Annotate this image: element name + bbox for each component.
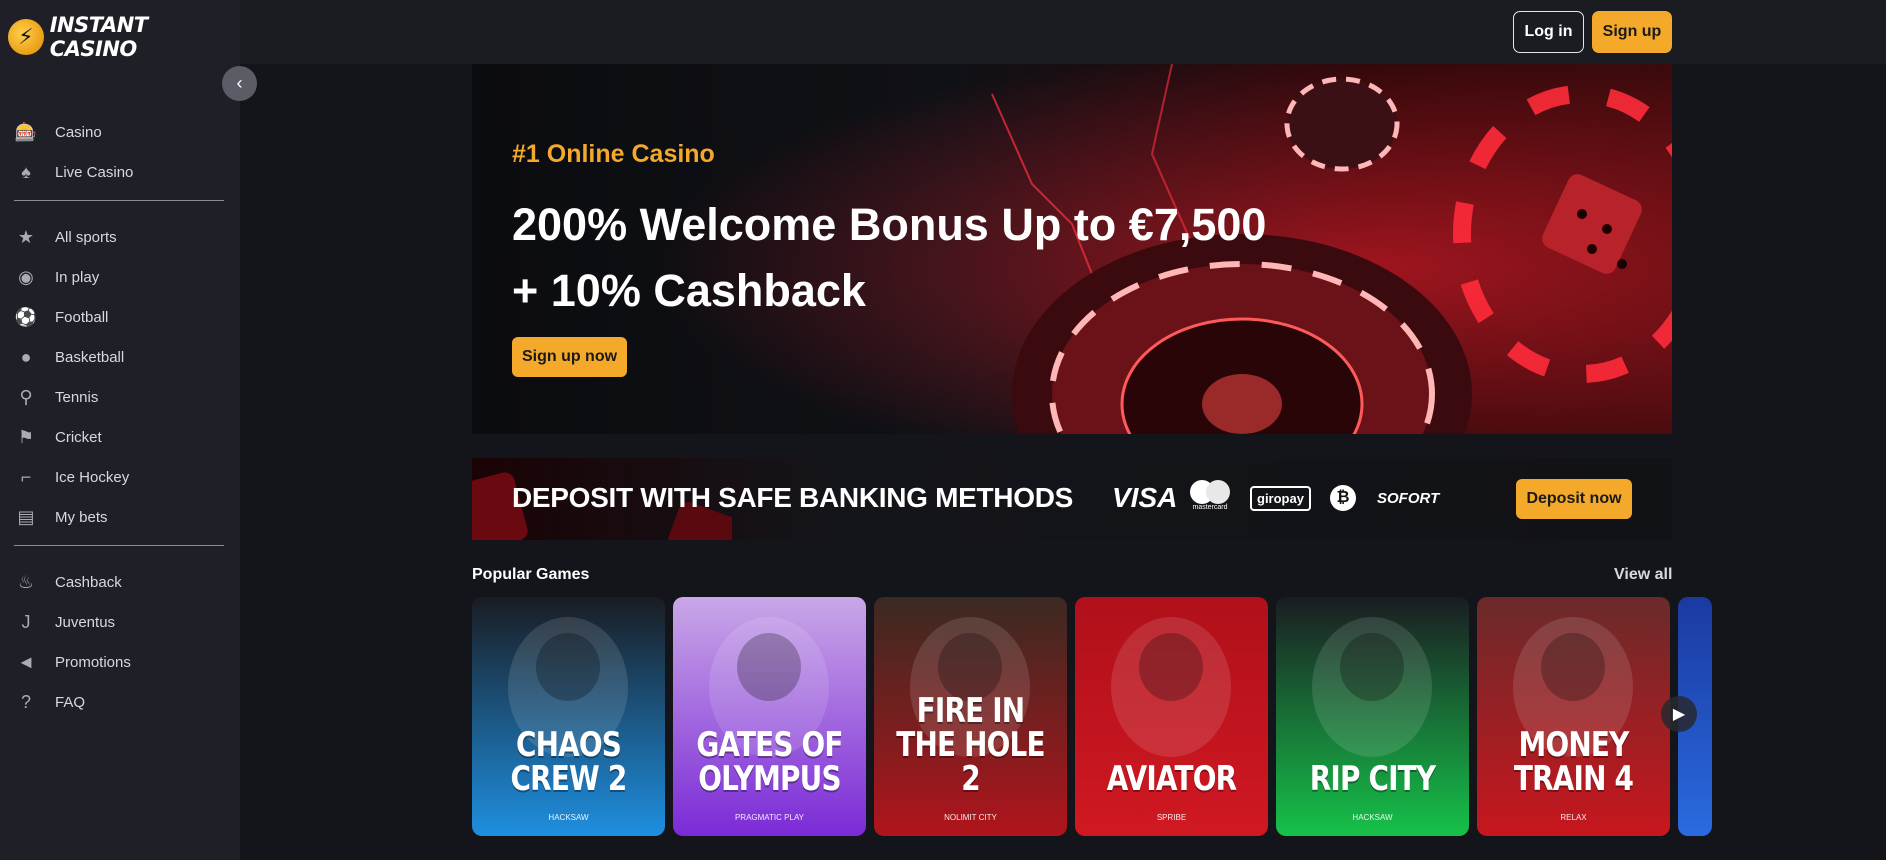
- star-icon: ★: [17, 226, 35, 247]
- visa-logo: VISA: [1112, 482, 1178, 513]
- game-tile[interactable]: MONEY TRAIN 4 RELAX: [1477, 597, 1670, 836]
- sidebar-divider: [14, 545, 224, 546]
- sidebar-item-label: In play: [55, 268, 100, 286]
- giropay-logo: giropay: [1250, 480, 1311, 516]
- hero-signup-button[interactable]: Sign up now: [512, 337, 627, 377]
- collapse-sidebar-button[interactable]: ‹: [222, 66, 257, 101]
- sidebar-item-label: FAQ: [55, 693, 86, 711]
- bitcoin-icon: ₿: [1330, 485, 1356, 511]
- chevron-left-icon: ‹: [236, 73, 243, 93]
- megaphone-icon: ◄: [17, 651, 35, 672]
- game-title: FIRE IN THE HOLE 2: [896, 691, 1045, 799]
- cricket-icon: ⚑: [17, 426, 35, 447]
- deposit-banner: DEPOSIT WITH SAFE BANKING METHODS VISA m…: [472, 458, 1672, 540]
- slot-machine-icon: 🎰: [14, 121, 38, 142]
- game-artwork-image: [709, 617, 829, 757]
- game-tile[interactable]: GATES OF OLYMPUS PRAGMATIC PLAY: [673, 597, 866, 836]
- popular-games-title: Popular Games: [472, 566, 590, 583]
- game-title: GATES OF OLYMPUS: [696, 725, 843, 799]
- game-tile[interactable]: RIP CITY HACKSAW: [1276, 597, 1469, 836]
- sidebar-nav: 🎰 Casino ♠ Live Casino ★ All sports ◉ In play ⚽ F…: [14, 112, 224, 722]
- game-provider: NOLIMIT CITY: [944, 813, 997, 822]
- hero-title: 200% Welcome Bonus Up to €7,500 + 10% Ca…: [512, 192, 1272, 324]
- basketball-icon: ●: [20, 346, 32, 367]
- hero-kicker: #1 Online Casino: [512, 140, 715, 168]
- football-icon: ⚽: [14, 306, 38, 327]
- sidebar-item-label: Football: [55, 308, 109, 326]
- game-title: AVIATOR: [1106, 759, 1237, 799]
- hockey-stick-icon: ⌐: [20, 466, 32, 487]
- ticket-icon: ▤: [17, 506, 35, 527]
- login-button[interactable]: Log in: [1513, 11, 1584, 53]
- mastercard-logo: mastercard: [1190, 480, 1230, 516]
- bitcoin-logo: ₿: [1330, 480, 1356, 516]
- signup-button[interactable]: Sign up: [1592, 11, 1672, 53]
- flame-icon: ♨: [17, 571, 35, 592]
- hero-title-line-2: + 10% Cashback: [512, 265, 866, 316]
- sidebar-item-label: Promotions: [55, 653, 131, 671]
- tennis-icon: ⚲: [19, 386, 33, 407]
- sidebar-item-label: Ice Hockey: [55, 468, 130, 486]
- game-artwork-image: [508, 617, 628, 757]
- sidebar-item-live-casino[interactable]: ♠ Live Casino: [14, 152, 224, 192]
- game-provider: HACKSAW: [548, 813, 589, 822]
- sidebar-item-label: Tennis: [55, 388, 99, 406]
- broadcast-icon: ◉: [18, 266, 34, 287]
- sidebar-item-label: Cashback: [55, 573, 122, 591]
- sidebar-item-label: Basketball: [55, 348, 125, 366]
- game-tile[interactable]: FIRE IN THE HOLE 2 NOLIMIT CITY: [874, 597, 1067, 836]
- game-artwork-image: [1513, 617, 1633, 757]
- sidebar-item-cricket[interactable]: ⚑ Cricket: [14, 417, 224, 457]
- game-provider: PRAGMATIC PLAY: [734, 813, 805, 822]
- sidebar-item-basketball[interactable]: ● Basketball: [14, 337, 224, 377]
- sidebar-item-my-bets[interactable]: ▤ My bets: [14, 497, 224, 537]
- sidebar-item-label: All sports: [55, 228, 117, 246]
- help-icon: ?: [20, 691, 31, 712]
- sidebar-item-label: My bets: [55, 508, 108, 526]
- card-icon: ♠: [21, 161, 31, 182]
- game-artwork-image: [1312, 617, 1432, 757]
- sidebar-divider: [14, 200, 224, 201]
- deposit-now-button[interactable]: Deposit now: [1516, 479, 1632, 519]
- sidebar-item-all-sports[interactable]: ★ All sports: [14, 217, 224, 257]
- sidebar-item-promotions[interactable]: ◄ Promotions: [14, 642, 224, 682]
- logo[interactable]: ⚡ INSTANT CASINO: [8, 13, 240, 61]
- game-title: MONEY TRAIN 4: [1513, 725, 1634, 799]
- hero-title-line-1: 200% Welcome Bonus Up to €7,500: [512, 199, 1267, 250]
- sidebar-item-tennis[interactable]: ⚲ Tennis: [14, 377, 224, 417]
- sidebar-item-faq[interactable]: ? FAQ: [14, 682, 224, 722]
- deposit-title: DEPOSIT WITH SAFE BANKING METHODS: [512, 482, 1073, 513]
- juventus-icon: J: [21, 611, 31, 632]
- sidebar-item-label: Cricket: [55, 428, 102, 446]
- giropay-label: giropay: [1250, 485, 1311, 511]
- sidebar-item-casino[interactable]: 🎰 Casino: [14, 112, 224, 152]
- sidebar-item-label: Live Casino: [55, 163, 134, 181]
- game-title: CHAOS CREW 2: [510, 725, 628, 799]
- games-carousel: CHAOS CREW 2 HACKSAW GATES OF OLYMPUS PRAGM…: [472, 597, 1712, 837]
- sofort-logo: SOFORT: [1377, 489, 1440, 507]
- view-all-link[interactable]: View all: [1614, 566, 1672, 584]
- app: ⚡ INSTANT CASINO 🎰 Casino ♠ Live Casino ★ All…: [0, 0, 1886, 860]
- logo-text: INSTANT CASINO: [49, 13, 148, 61]
- hero-banner: #1 Online Casino 200% Welcome Bonus Up t…: [472, 64, 1672, 434]
- game-provider: SPRIBE: [1156, 813, 1187, 822]
- sidebar-item-juventus[interactable]: J Juventus: [14, 602, 224, 642]
- sidebar-item-label: Juventus: [55, 613, 116, 631]
- game-tile[interactable]: CHAOS CREW 2 HACKSAW: [472, 597, 665, 836]
- lightning-icon: ⚡: [8, 19, 44, 55]
- game-provider: HACKSAW: [1352, 813, 1393, 822]
- game-provider: RELAX: [1560, 813, 1587, 822]
- game-artwork-image: [1111, 617, 1231, 757]
- sidebar-item-label: Casino: [55, 123, 102, 141]
- game-title: RIP CITY: [1309, 759, 1436, 799]
- sidebar-item-in-play[interactable]: ◉ In play: [14, 257, 224, 297]
- game-tile[interactable]: AVIATOR SPRIBE: [1075, 597, 1268, 836]
- mastercard-label: mastercard: [1192, 504, 1228, 511]
- sidebar-item-cashback[interactable]: ♨ Cashback: [14, 562, 224, 602]
- sidebar-item-ice-hockey[interactable]: ⌐ Ice Hockey: [14, 457, 224, 497]
- play-arrow-icon: ▶: [1672, 706, 1686, 723]
- sidebar-item-football[interactable]: ⚽ Football: [14, 297, 224, 337]
- carousel-next-button[interactable]: ▶: [1661, 696, 1697, 732]
- sidebar: ⚡ INSTANT CASINO 🎰 Casino ♠ Live Casino ★ All…: [0, 0, 240, 860]
